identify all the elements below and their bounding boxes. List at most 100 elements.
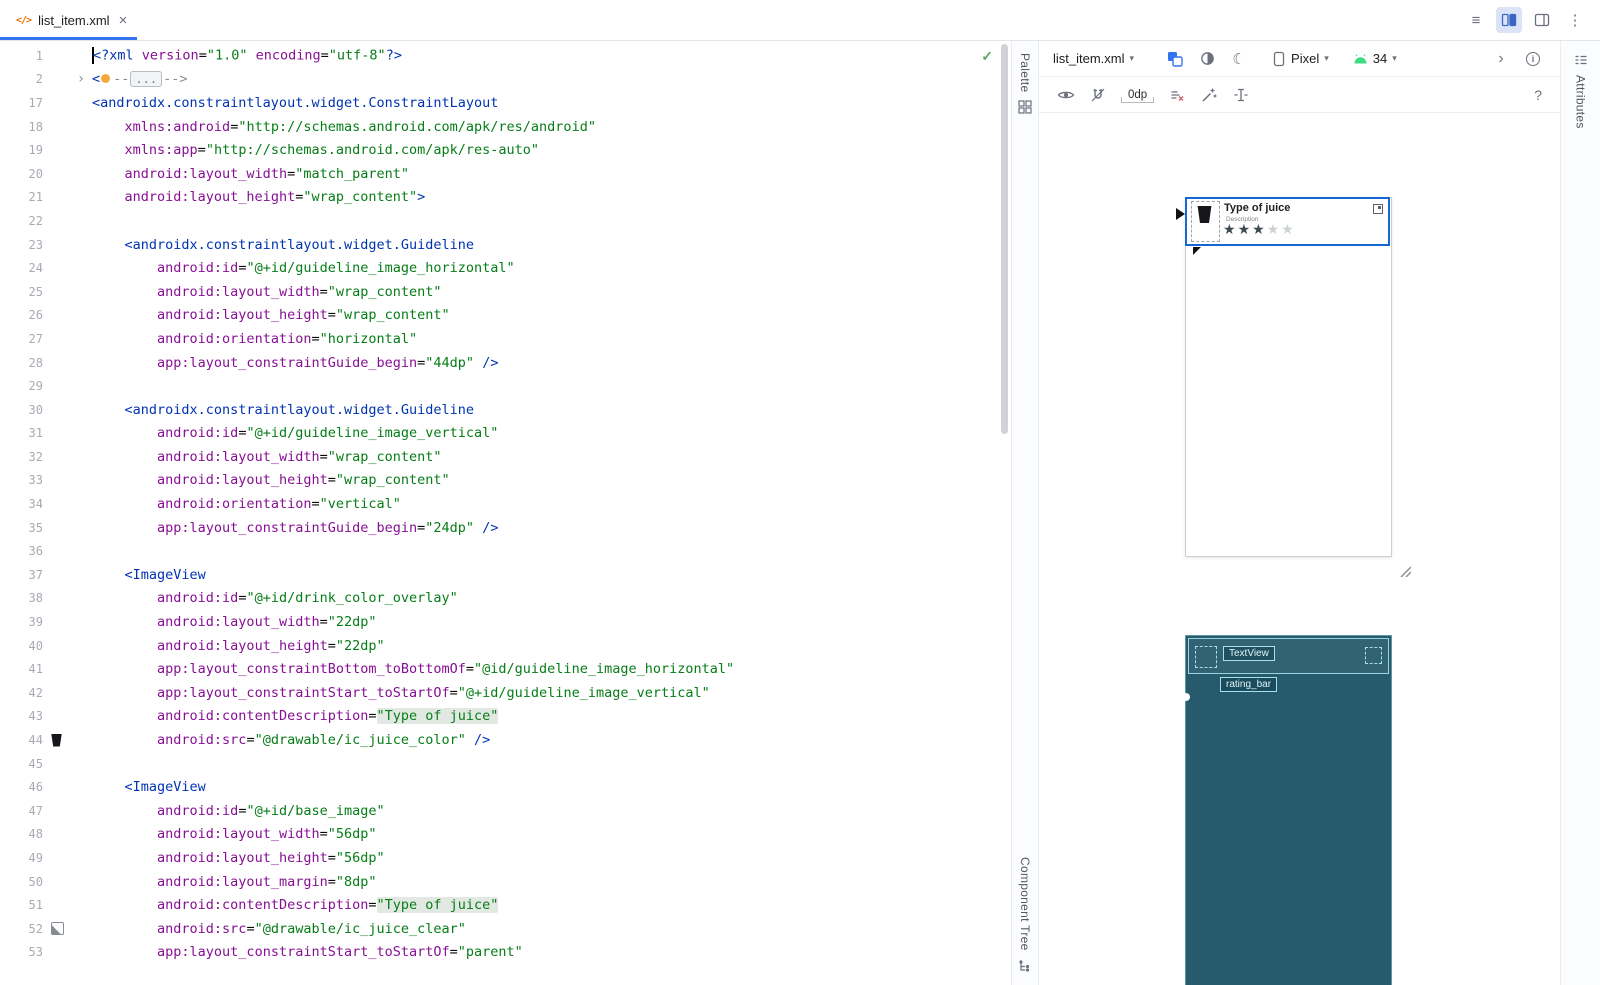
- clear-constraints-icon[interactable]: [1164, 82, 1190, 108]
- tab-list-item-xml[interactable]: </> list_item.xml ×: [0, 0, 137, 40]
- code-token: [247, 48, 255, 64]
- code-line[interactable]: 33 android:layout_height="wrap_content": [0, 469, 999, 493]
- gutter-slot: [51, 238, 65, 252]
- code-line[interactable]: 22: [0, 209, 999, 233]
- render-issues-icon[interactable]: i: [1520, 46, 1546, 72]
- rendered-preview-screen[interactable]: Type of juice Description ★★★★★: [1185, 197, 1392, 557]
- code-line[interactable]: 18 xmlns:android="http://schemas.android…: [0, 115, 999, 139]
- code-line[interactable]: 2›<--...-->: [0, 68, 999, 92]
- code-line[interactable]: 21 android:layout_height="wrap_content">: [0, 186, 999, 210]
- editor-layout-icon[interactable]: [1529, 7, 1555, 33]
- code-line[interactable]: 29: [0, 374, 999, 398]
- split-editor-icon[interactable]: [1496, 7, 1522, 33]
- code-line[interactable]: 45: [0, 752, 999, 776]
- gutter: ›: [43, 72, 92, 86]
- code-line[interactable]: 20 android:layout_width="match_parent": [0, 162, 999, 186]
- toolbar-overflow-icon[interactable]: ›: [1488, 46, 1514, 72]
- gutter-slot: [51, 214, 65, 228]
- gutter: [43, 120, 92, 134]
- code-line[interactable]: 32 android:layout_width="wrap_content": [0, 445, 999, 469]
- baseline-icon[interactable]: [1228, 82, 1254, 108]
- screen-resize-handle[interactable]: [1395, 561, 1411, 577]
- more-options-icon[interactable]: ⋮: [1562, 7, 1588, 33]
- code-line[interactable]: 24 android:id="@+id/guideline_image_hori…: [0, 256, 999, 280]
- help-button[interactable]: ?: [1534, 87, 1546, 103]
- blueprint-imageview-box[interactable]: [1195, 646, 1217, 668]
- default-margins[interactable]: 0dp: [1121, 87, 1154, 103]
- code-line[interactable]: 23 <androidx.constraintlayout.widget.Gui…: [0, 233, 999, 257]
- inspections-status-icon[interactable]: ✓: [981, 48, 993, 65]
- fold-collapsed-icon[interactable]: ›: [74, 72, 88, 86]
- code-line[interactable]: 31 android:id="@+id/guideline_image_vert…: [0, 422, 999, 446]
- code-line[interactable]: 46 <ImageView: [0, 775, 999, 799]
- code-line[interactable]: 25 android:layout_width="wrap_content": [0, 280, 999, 304]
- blueprint-ratingbar-box[interactable]: rating_bar: [1220, 677, 1277, 692]
- code-line[interactable]: 53 app:layout_constraintStart_toStartOf=…: [0, 941, 999, 965]
- ui-mode-icon[interactable]: [1194, 46, 1220, 72]
- blueprint-anchor-dot[interactable]: [1182, 693, 1190, 701]
- line-number: 52: [0, 922, 43, 936]
- editor-scrollbar[interactable]: [1001, 44, 1008, 434]
- code-line[interactable]: 38 android:id="@+id/drink_color_overlay": [0, 587, 999, 611]
- code-line[interactable]: 28 app:layout_constraintGuide_begin="44d…: [0, 351, 999, 375]
- code-line[interactable]: 1<?xml version="1.0" encoding="utf-8"?>: [0, 44, 999, 68]
- code-line[interactable]: 27 android:orientation="horizontal": [0, 327, 999, 351]
- code-token: android:layout_height: [157, 472, 328, 488]
- code-text: android:id="@+id/guideline_image_horizon…: [92, 260, 515, 276]
- code-line[interactable]: 37 <ImageView: [0, 563, 999, 587]
- design-canvas[interactable]: Type of juice Description ★★★★★ TextView: [1039, 113, 1560, 985]
- code-token: />: [482, 355, 498, 371]
- code-token: =: [311, 496, 319, 512]
- rating-bar[interactable]: ★★★★★: [1223, 221, 1296, 239]
- code-line[interactable]: 51 android:contentDescription="Type of j…: [0, 893, 999, 917]
- code-line[interactable]: 35 app:layout_constraintGuide_begin="24d…: [0, 516, 999, 540]
- api-selector[interactable]: 34 ▾: [1349, 51, 1401, 66]
- attributes-tool-button[interactable]: Attributes: [1574, 41, 1588, 141]
- code-line[interactable]: 47 android:id="@+id/base_image": [0, 799, 999, 823]
- code-line[interactable]: 43 android:contentDescription="Type of j…: [0, 705, 999, 729]
- preview-title[interactable]: Type of juice: [1224, 202, 1290, 214]
- view-options-eye-icon[interactable]: [1053, 82, 1079, 108]
- code-line[interactable]: 49 android:layout_height="56dp": [0, 846, 999, 870]
- blueprint-screen[interactable]: TextView rating_bar: [1185, 635, 1392, 985]
- night-mode-icon[interactable]: ☾: [1226, 46, 1252, 72]
- close-icon[interactable]: ×: [119, 13, 128, 28]
- code-token: "horizontal": [320, 331, 418, 347]
- code-line[interactable]: 17<androidx.constraintlayout.widget.Cons…: [0, 91, 999, 115]
- code-line[interactable]: 50 android:layout_margin="8dp": [0, 870, 999, 894]
- blueprint-textview-box[interactable]: TextView: [1223, 646, 1275, 661]
- gutter: [43, 615, 92, 629]
- design-surface-icon[interactable]: [1162, 46, 1188, 72]
- device-selector[interactable]: Pixel ▾: [1268, 51, 1333, 67]
- blueprint-corner-box[interactable]: [1365, 647, 1382, 664]
- component-tree-tool-button[interactable]: Component Tree: [1018, 845, 1032, 985]
- line-number: 45: [0, 757, 43, 771]
- code-token: "22dp": [328, 614, 377, 630]
- code-text: android:layout_width="wrap_content": [92, 284, 442, 300]
- code-line[interactable]: 48 android:layout_width="56dp": [0, 823, 999, 847]
- infer-constraints-icon[interactable]: [1196, 82, 1222, 108]
- preview-corner-icon[interactable]: [1373, 204, 1383, 214]
- code-line[interactable]: 34 android:orientation="vertical": [0, 492, 999, 516]
- code-line[interactable]: 36: [0, 539, 999, 563]
- left-tool-stripe: Palette Component Tree: [1012, 41, 1039, 985]
- autoconnect-magnet-icon[interactable]: [1085, 82, 1111, 108]
- code-line[interactable]: 19 xmlns:app="http://schemas.android.com…: [0, 138, 999, 162]
- code-line[interactable]: 39 android:layout_width="22dp": [0, 610, 999, 634]
- code-line[interactable]: 44 android:src="@drawable/ic_juice_color…: [0, 728, 999, 752]
- code-token: android:id: [157, 260, 238, 276]
- code-line[interactable]: 41 app:layout_constraintBottom_toBottomO…: [0, 657, 999, 681]
- design-file-selector[interactable]: list_item.xml ▾: [1053, 51, 1134, 66]
- code-editor[interactable]: 1<?xml version="1.0" encoding="utf-8"?>2…: [0, 41, 1012, 985]
- code-line[interactable]: 30 <androidx.constraintlayout.widget.Gui…: [0, 398, 999, 422]
- code-line[interactable]: 42 app:layout_constraintStart_toStartOf=…: [0, 681, 999, 705]
- code-text: android:layout_margin="8dp": [92, 874, 377, 890]
- menu-icon[interactable]: ≡: [1463, 7, 1489, 33]
- code-line[interactable]: 26 android:layout_height="wrap_content": [0, 304, 999, 328]
- code-token: "@+id/base_image": [246, 803, 384, 819]
- palette-tool-button[interactable]: Palette: [1018, 41, 1032, 126]
- code-text: android:layout_height="wrap_content">: [92, 189, 425, 205]
- code-line[interactable]: 52 android:src="@drawable/ic_juice_clear…: [0, 917, 999, 941]
- code-line[interactable]: 40 android:layout_height="22dp": [0, 634, 999, 658]
- right-tool-stripe: Attributes: [1560, 41, 1600, 985]
